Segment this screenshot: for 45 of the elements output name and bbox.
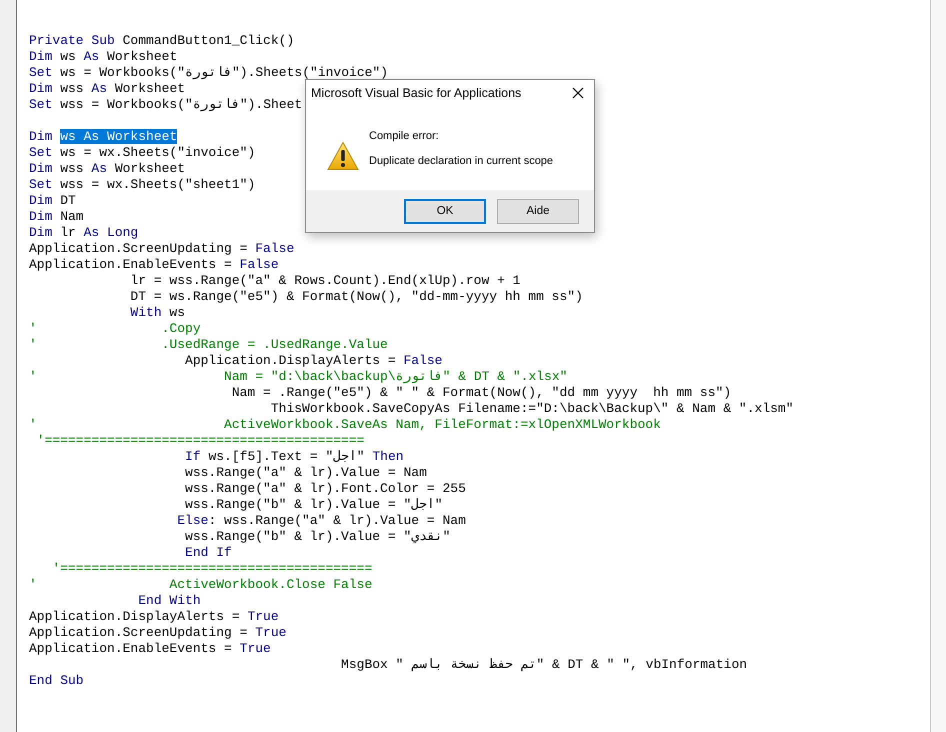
code-line: Dim lr As Long [29,225,138,241]
code-line: Set wss = wx.Sheets("sheet1") [29,177,256,193]
code-line: Else: wss.Range("a" & lr).Value = Nam [176,513,466,529]
code-line: Application.DisplayAlerts = True [29,609,279,625]
code-line: Dim ws As Worksheet [29,129,178,145]
code-line: '========================================= [36,433,364,449]
code-line: Application.ScreenUpdating = True [29,625,286,641]
dialog-button[interactable]: OK [404,198,486,224]
code-line: wss.Range("b" & lr).Value = "اجل" [184,497,443,513]
code-line: wss.Range("b" & lr).Value = "نقدي" [184,529,450,545]
close-button[interactable] [572,87,584,99]
code-line: Dim DT [29,193,76,209]
scroll-bar[interactable] [930,0,946,732]
code-line: ThisWorkbook.SaveCopyAs Filename:="D:\back\Backup\" & Nam & ".xlsm" [270,401,794,417]
code-line: Application.DisplayAlerts = False [184,353,442,369]
code-line: Dim ws As Worksheet [29,49,178,65]
code-line: ' .UsedRange = .UsedRange.Value [29,337,388,353]
code-line: End Sub [29,673,84,689]
code-line: Dim wss As Worksheet [29,81,186,97]
code-line: DT = ws.Range("e5") & Format(Now(), "dd-mm-yyyy hh mm ss") [129,289,583,305]
code-line: ' ActiveWorkbook.Close False [29,577,372,593]
error-heading: Compile error: [369,130,440,142]
dialog-button[interactable]: Aide [497,198,579,224]
code-line: Dim Nam [29,209,84,225]
code-line: Application.EnableEvents = True [29,641,271,657]
code-line: MsgBox " تم حفظ نسخة باسم" & DT & " ", vbInformation [340,657,748,673]
code-line: ' ActiveWorkbook.SaveAs Nam, FileFormat:=xlOpenXMLWorkbook [29,417,661,433]
code-line: End With [137,593,201,609]
code-line: Application.ScreenUpdating = False [29,241,294,257]
code-line: With ws [129,305,186,321]
code-line: lr = wss.Range("a" & Rows.Count).End(xlUp).row + 1 [129,273,520,289]
code-line: wss.Range("a" & lr).Font.Color = 255 [184,481,466,497]
code-line: wss.Range("a" & lr).Value = Nam [184,465,427,481]
code-line: Application.EnableEvents = False [29,257,279,273]
error-message: Duplicate declaration in current scope [369,155,554,167]
code-line: Nam = .Range("e5") & " " & Format(Now(), "dd mm yyyy hh mm ss") [230,385,732,401]
code-line: ' Nam = "d:\back\backup\فاتورة" & DT & ".xlsx" [29,369,568,385]
dialog-title: Microsoft Visual Basic for Applications [311,86,522,100]
code-line: Private Sub CommandButton1_Click() [29,33,294,49]
code-line: End If [184,545,232,561]
warning-icon [327,141,359,171]
code-line: Set ws = wx.Sheets("invoice") [29,145,256,161]
code-line: Dim wss As Worksheet [29,161,186,177]
code-line: ' .Copy [29,321,201,337]
code-line: '======================================== [51,561,372,577]
